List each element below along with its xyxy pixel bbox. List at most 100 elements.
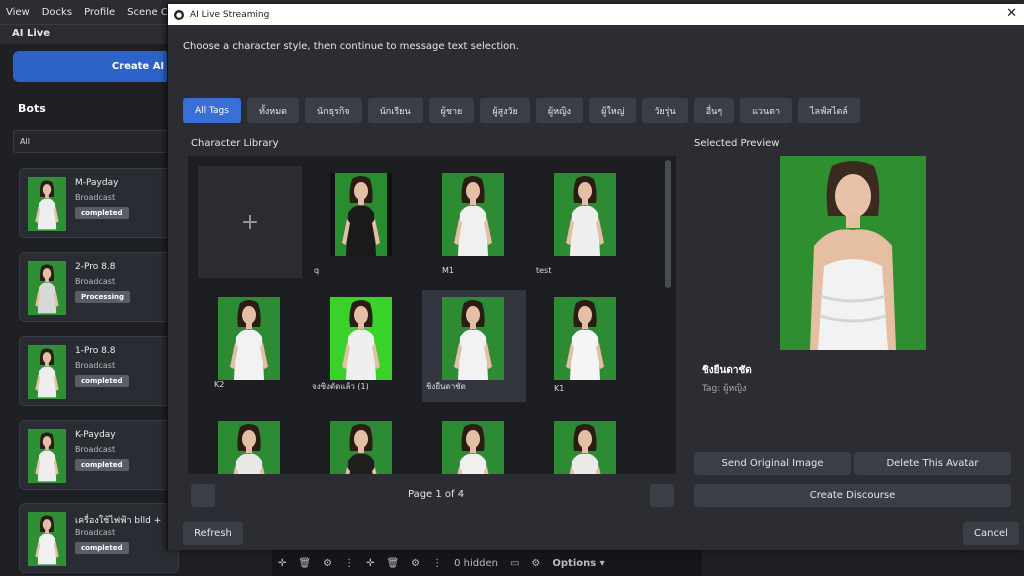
preview-person-figure [810,161,896,350]
add-source-icon[interactable]: ✛ [366,558,374,569]
bottom-toolbar: ✛ 🗑 ⚙ ⋮ ✛ 🗑 ⚙ ⋮ 0 hidden ▭ ⚙ Options ▾ [272,550,702,576]
character-name: test [536,266,552,275]
bot-thumbnail [28,512,66,566]
bot-card[interactable]: เครื่องใช้ไฟฟ้า blld + Broadcast completed [19,503,179,573]
character-tile[interactable] [198,414,302,474]
instruction-text: Choose a character style, then continue … [183,41,519,52]
send-original-image-button[interactable]: Send Original Image [694,452,851,475]
create-ai-button[interactable]: Create AI [13,51,183,82]
character-tile[interactable]: K2 [198,290,302,402]
character-tile[interactable]: จงซิงตัดแล้ว (1) [310,290,414,402]
library-scrollbar[interactable] [665,160,671,288]
add-character-tile[interactable]: + [198,166,302,278]
delete-avatar-button[interactable]: Delete This Avatar [854,452,1011,475]
trash-icon[interactable]: 🗑 [298,558,311,569]
status-badge: completed [75,375,129,387]
character-tile[interactable]: q [310,166,414,278]
tag-button[interactable]: นักธุรกิจ [305,98,362,123]
preview-character-tag: Tag: ผู้หญิง [702,384,747,394]
bot-thumbnail [28,261,66,315]
menu-profile[interactable]: Profile [78,7,121,18]
tag-button[interactable]: นักเรียน [367,98,423,123]
bot-name: K-Payday [75,430,116,440]
bot-name: M-Payday [75,178,119,188]
character-thumbnail [218,297,280,380]
character-thumbnail [442,421,504,474]
filter-icon[interactable]: ⚙ [323,558,332,569]
bot-thumbnail [28,345,66,399]
more-icon[interactable]: ⋮ [344,558,354,569]
character-thumbnail [218,421,280,474]
selected-preview-label: Selected Preview [694,138,780,149]
bots-title: Bots [18,102,46,115]
character-thumbnail [554,297,616,380]
character-thumbnail [554,421,616,474]
menu-view[interactable]: View [0,7,36,18]
bot-name: 2-Pro 8.8 [75,262,116,272]
dock-title: AI Live [0,24,170,44]
character-tile[interactable] [422,414,526,474]
tag-button[interactable]: ทั้งหมด [246,98,299,123]
add-icon[interactable]: ✛ [278,558,286,569]
bot-type: Broadcast [75,277,116,286]
close-icon[interactable]: ✕ [1006,6,1017,21]
next-page-button[interactable] [650,484,674,507]
bot-card[interactable]: 2-Pro 8.8 Broadcast Processing [19,252,179,322]
delete-source-icon[interactable]: 🗑 [386,558,399,569]
tag-button[interactable]: ผู้ใหญ่ [589,98,637,123]
tag-button[interactable]: ไลฟ์สไตล์ [798,98,860,123]
status-badge: completed [75,542,129,554]
plus-icon: + [240,209,260,235]
character-thumbnail [554,173,616,256]
dialog-title: AI Live Streaming [190,9,270,20]
character-name: M1 [442,266,454,275]
tag-button[interactable]: ผู้ชาย [428,98,475,123]
refresh-button[interactable]: Refresh [183,522,243,545]
character-tile[interactable]: M1 [422,166,526,278]
character-tile[interactable] [534,414,638,474]
character-name: K2 [214,380,225,389]
character-thumbnail [330,173,392,256]
ai-live-streaming-dialog: ● AI Live Streaming ✕ Choose a character… [167,4,1024,550]
bot-type: Broadcast [75,445,116,454]
tag-button[interactable]: ผู้หญิง [535,98,584,123]
tag-filter-bar: All Tags ทั้งหมด นักธุรกิจ นักเรียน ผู้ชาย ผู… [183,98,860,123]
character-tile[interactable]: K1 [534,290,638,402]
character-library-label: Character Library [191,138,279,149]
more-source-icon[interactable]: ⋮ [432,558,442,569]
settings-icon[interactable]: ⚙ [411,558,420,569]
character-library-grid: + q M1 test K2 จงซิงตัดแล้ว (1) ชิงยืนดาชัด K1 [188,156,676,474]
character-name: q [314,266,320,275]
bots-filter-select[interactable]: All [13,130,183,153]
create-discourse-button[interactable]: Create Discourse [694,484,1011,507]
options-button[interactable]: Options ▾ [552,558,604,569]
character-tile[interactable]: ชิงยืนดาชัด [422,290,526,402]
cancel-button[interactable]: Cancel [963,522,1019,545]
hidden-count: 0 hidden [454,557,498,569]
tag-button[interactable]: อื่นๆ [693,98,735,123]
layout-icon[interactable]: ▭ [510,558,519,569]
bot-card[interactable]: 1-Pro 8.8 Broadcast completed [19,336,179,406]
menu-docks[interactable]: Docks [36,7,78,18]
character-tile[interactable]: test [534,166,638,278]
character-tile[interactable] [310,414,414,474]
bot-card[interactable]: M-Payday Broadcast completed [19,168,179,238]
prev-page-button[interactable] [191,484,215,507]
character-thumbnail [330,297,392,380]
bot-card[interactable]: K-Payday Broadcast completed [19,420,179,490]
bot-type: Broadcast [75,528,116,537]
tag-button[interactable]: แวนตา [740,98,793,123]
bot-thumbnail [28,177,66,231]
page-indicator: Page 1 of 4 [408,489,465,500]
bot-name: 1-Pro 8.8 [75,346,116,356]
bot-name: เครื่องใช้ไฟฟ้า blld + [75,516,162,526]
tag-button[interactable]: ผู้สูงวัย [480,98,530,123]
tag-button[interactable]: All Tags [183,98,241,123]
character-name: จงซิงตัดแล้ว (1) [312,382,369,391]
bot-type: Broadcast [75,361,116,370]
tag-button[interactable]: วัยรุ่น [642,98,688,123]
selected-preview-image [780,156,926,350]
dialog-titlebar: ● AI Live Streaming ✕ [168,4,1024,25]
gear-icon[interactable]: ⚙ [531,558,540,569]
status-badge: completed [75,459,129,471]
